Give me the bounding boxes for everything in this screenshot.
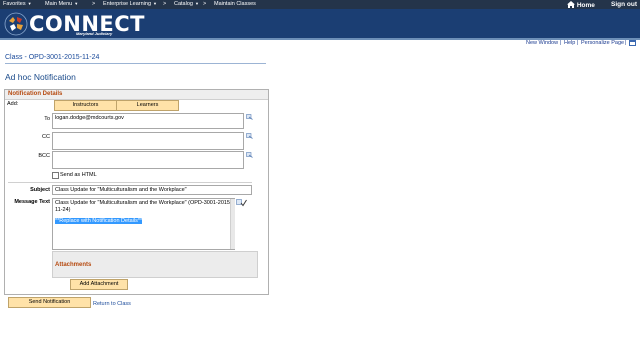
main-menu-label: Main Menu: [45, 1, 73, 7]
subject-field[interactable]: Class Update for "Multiculturalism and t…: [52, 185, 252, 195]
add-label: Add:: [7, 101, 19, 107]
send-notification-button[interactable]: Send Notification: [8, 297, 91, 308]
panel-title: Notification Details: [8, 91, 63, 97]
cc-field[interactable]: [52, 132, 244, 150]
home-link[interactable]: Home: [567, 1, 595, 9]
add-attachment-button[interactable]: Add Attachment: [70, 279, 128, 290]
catalog-label: Catalog: [174, 1, 193, 7]
help-link[interactable]: Help: [564, 40, 575, 46]
enterprise-learning-menu[interactable]: Enterprise Learning ▼: [103, 1, 157, 7]
util-separator: |: [577, 40, 579, 46]
cc-label: CC: [42, 134, 50, 140]
brand-subtitle: Maryland Judiciary: [76, 31, 113, 36]
panel-header: Notification Details: [5, 90, 268, 100]
message-text-area[interactable]: Class Update for "Multiculturalism and t…: [52, 198, 235, 250]
address-lookup-icon[interactable]: [246, 114, 253, 120]
util-separator: |: [560, 40, 562, 46]
message-placeholder-selection: **Replace with Notification Details**: [55, 218, 143, 224]
nav-separator: >: [203, 1, 207, 7]
divider: [8, 182, 252, 183]
subject-label: Subject: [30, 187, 50, 193]
bcc-field[interactable]: [52, 151, 244, 169]
divider: [5, 63, 266, 64]
message-line: Class Update for "Multiculturalism and t…: [55, 200, 232, 206]
to-value: logan.dodge@mdcourts.gov: [55, 115, 124, 121]
bcc-label: BCC: [38, 153, 50, 159]
main-menu[interactable]: Main Menu ▼: [45, 1, 78, 7]
home-label: Home: [576, 2, 595, 9]
signout-link[interactable]: Sign out: [611, 1, 637, 8]
chevron-down-icon: ▼: [194, 1, 199, 6]
attachments-title: Attachments: [55, 262, 92, 268]
enterprise-learning-label: Enterprise Learning: [103, 1, 152, 7]
return-to-class-link[interactable]: Return to Class: [93, 301, 131, 307]
catalog-menu[interactable]: Catalog ▼: [174, 1, 199, 7]
send-as-html-label: Send as HTML: [60, 172, 97, 178]
spell-check-icon[interactable]: [236, 199, 247, 207]
top-nav-bar: Favorites ▼ Main Menu ▼ > Enterprise Learn…: [0, 0, 640, 9]
add-learners-button[interactable]: Learners: [116, 100, 179, 111]
address-lookup-icon[interactable]: [246, 152, 253, 158]
personalize-page-link[interactable]: Personalize Page: [581, 40, 624, 46]
new-window-link[interactable]: New Window: [526, 40, 558, 46]
add-instructors-button[interactable]: Instructors: [54, 100, 117, 111]
maryland-logo-icon: [4, 12, 28, 36]
maintain-classes-menu[interactable]: Maintain Classes: [214, 1, 256, 7]
chevron-down-icon: ▼: [153, 1, 157, 6]
message-text-label: Message Text: [14, 199, 50, 205]
favorites-label: Favorites: [3, 1, 26, 7]
nav-separator: >: [163, 1, 167, 7]
send-as-html-checkbox[interactable]: [52, 172, 59, 179]
attachments-panel: Attachments: [52, 251, 258, 278]
page-layout-icon[interactable]: [629, 40, 636, 46]
util-separator: |: [625, 40, 627, 46]
to-label: To: [44, 116, 50, 122]
nav-separator: >: [92, 1, 96, 7]
home-icon: [567, 1, 575, 8]
page-title: Ad hoc Notification: [5, 72, 76, 82]
to-field[interactable]: logan.dodge@mdcourts.gov: [52, 113, 244, 129]
favorites-menu[interactable]: Favorites ▼: [3, 1, 32, 7]
chevron-down-icon: ▼: [74, 1, 79, 6]
message-scrollbar[interactable]: [230, 199, 235, 249]
subject-value: Class Update for "Multiculturalism and t…: [55, 187, 187, 193]
chevron-down-icon: ▼: [27, 1, 32, 6]
breadcrumb: Class - OPD-3001-2015-11-24: [5, 54, 100, 61]
address-lookup-icon[interactable]: [246, 133, 253, 139]
